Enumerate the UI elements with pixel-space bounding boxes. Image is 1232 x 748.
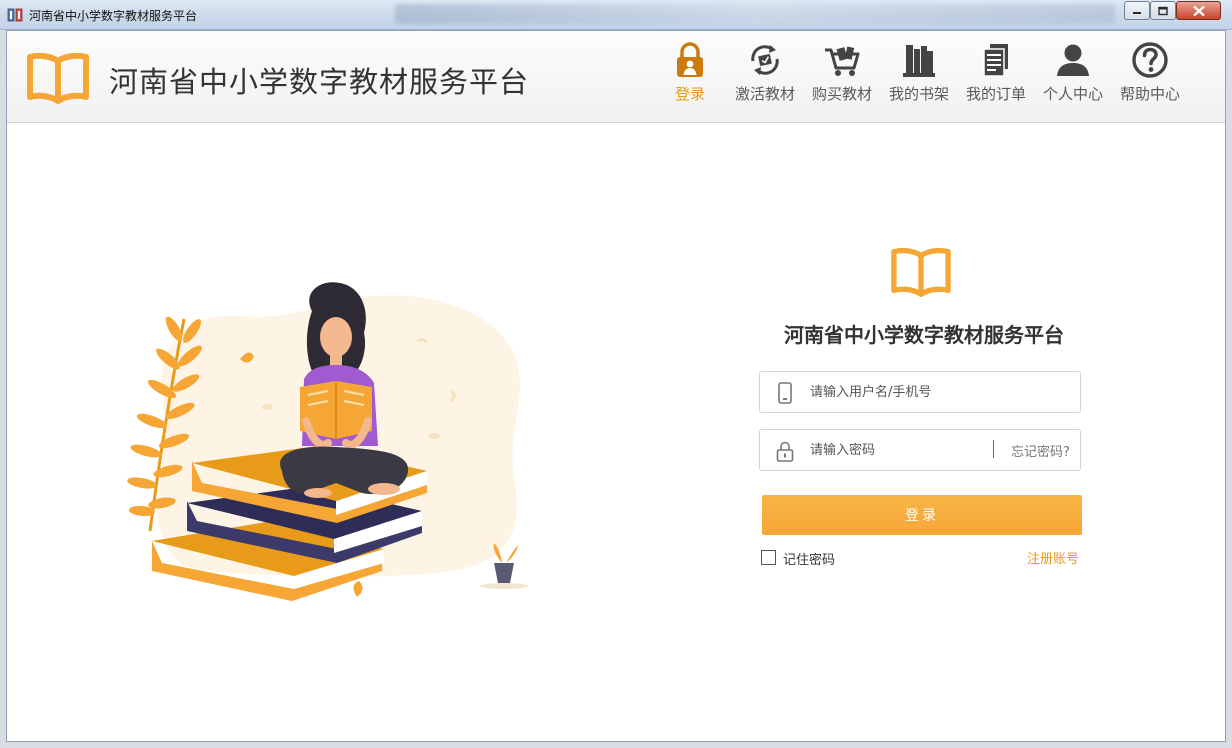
close-icon — [1192, 5, 1205, 16]
app-header: 河南省中小学数字教材服务平台 登录 激活教材 购买教材 我的书架 我的订单 个人… — [7, 31, 1225, 123]
book-logo-icon — [27, 53, 89, 104]
login-title: 河南省中小学数字教材服务平台 — [784, 323, 1064, 347]
window-title: 河南省中小学数字教材服务平台 — [29, 9, 198, 23]
order-list-icon — [983, 44, 1008, 77]
username-field — [759, 371, 1081, 413]
lock-icon — [776, 441, 794, 462]
register-account-link[interactable]: 注册账号 — [1027, 548, 1079, 567]
nav-help-center[interactable]: 帮助中心 — [1112, 41, 1188, 107]
reading-girl-illustration — [127, 282, 528, 601]
minimize-icon — [1133, 11, 1141, 14]
nav-user-center[interactable]: 个人中心 — [1035, 41, 1111, 107]
bookshelf-icon — [903, 45, 935, 77]
nav-my-orders-label: 我的订单 — [965, 85, 1026, 103]
nav-my-bookshelf[interactable]: 我的书架 — [881, 41, 957, 107]
field-separator — [993, 440, 994, 458]
password-input[interactable] — [810, 439, 980, 461]
user-icon — [1057, 44, 1089, 76]
nav-my-orders[interactable]: 我的订单 — [958, 41, 1034, 107]
window-titlebar: 河南省中小学数字教材服务平台 — [0, 0, 1232, 30]
nav-login-label: 登录 — [674, 85, 705, 103]
nav-buy-textbook-label: 购买教材 — [811, 85, 872, 103]
username-input[interactable] — [810, 381, 1065, 403]
password-field: 忘记密码? — [759, 429, 1081, 471]
forgot-password-link[interactable]: 忘记密码? — [1011, 441, 1070, 460]
nav-user-center-label: 个人中心 — [1042, 85, 1103, 103]
app-window: 河南省中小学数字教材服务平台 登录 激活教材 购买教材 我的书架 我的订单 个人… — [6, 30, 1226, 742]
app-title: 河南省中小学数字教材服务平台 — [109, 65, 530, 99]
remember-password-label: 记住密码 — [783, 553, 836, 568]
nav-activate-textbook[interactable]: 激活教材 — [727, 41, 803, 107]
nav-help-center-label: 帮助中心 — [1119, 85, 1180, 103]
maximize-button[interactable] — [1150, 1, 1176, 20]
phone-icon — [778, 382, 792, 404]
nav-buy-textbook[interactable]: 购买教材 — [804, 41, 880, 107]
help-question-icon — [1132, 42, 1168, 78]
nav-login[interactable]: 登录 — [652, 41, 728, 107]
activate-refresh-icon — [751, 45, 779, 75]
nav-activate-textbook-label: 激活教材 — [734, 85, 795, 103]
shopping-cart-icon — [825, 46, 860, 76]
maximize-icon — [1158, 6, 1168, 15]
book-logo-icon — [891, 247, 951, 297]
nav-my-bookshelf-label: 我的书架 — [888, 85, 949, 103]
lock-person-icon — [677, 42, 703, 77]
app-icon — [7, 8, 23, 22]
remember-password-checkbox[interactable] — [761, 550, 776, 565]
minimize-button[interactable] — [1124, 1, 1150, 20]
close-button[interactable] — [1176, 1, 1221, 20]
login-button[interactable]: 登录 — [762, 495, 1082, 535]
blurred-background-area — [395, 4, 1115, 24]
